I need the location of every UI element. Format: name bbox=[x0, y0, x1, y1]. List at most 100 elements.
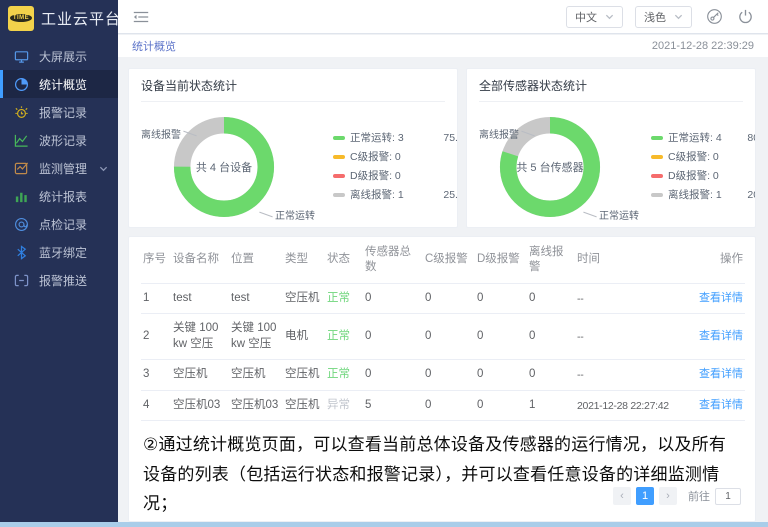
legend-item-normal[interactable]: 正常运转: 4 80.00% bbox=[651, 128, 756, 147]
col-c-alarm: C级报警 bbox=[423, 237, 475, 283]
sidebar-item-label: 大屏展示 bbox=[39, 48, 87, 65]
card-title: 全部传感器状态统计 bbox=[479, 77, 743, 102]
main-content: 设备当前状态统计 共 4 台设备 离线报警 正常运转 bbox=[118, 57, 768, 522]
cell-seq: 4 bbox=[141, 390, 171, 421]
view-detail-link[interactable]: 查看详情 bbox=[699, 399, 743, 411]
table-row: 2 关键 100 kw 空压 关键 100 kw 空压 电机 正常 0 0 0 … bbox=[141, 314, 745, 360]
callout-offline-label: 离线报警 bbox=[141, 126, 197, 141]
legend-marker bbox=[333, 174, 345, 178]
callout-line bbox=[259, 212, 272, 218]
legend-marker bbox=[651, 155, 663, 159]
status-badge: 正常 bbox=[327, 368, 350, 380]
col-status: 状态 bbox=[325, 237, 363, 283]
sidebar-item-stats-report[interactable]: 统计报表 bbox=[0, 182, 118, 210]
cell-time: 2021-12-28 22:27:42 bbox=[575, 390, 687, 421]
pagination-prev-button[interactable]: ‹ bbox=[613, 487, 631, 505]
legend-item-c-alarm[interactable]: C级报警: 0 0% bbox=[333, 147, 458, 166]
cell-sensor-count: 0 bbox=[363, 283, 423, 314]
chevron-down-icon bbox=[674, 12, 683, 21]
legend-item-offline[interactable]: 离线报警: 1 20.00% bbox=[651, 185, 756, 204]
view-detail-link[interactable]: 查看详情 bbox=[699, 368, 743, 380]
monitor-icon bbox=[13, 48, 29, 64]
at-icon bbox=[13, 216, 29, 232]
legend-item-normal[interactable]: 正常运转: 3 75.00% bbox=[333, 128, 458, 147]
waveform-icon bbox=[13, 132, 29, 148]
cell-time: -- bbox=[575, 283, 687, 314]
sidebar-item-waveform-records[interactable]: 波形记录 bbox=[0, 126, 118, 154]
legend-marker bbox=[651, 174, 663, 178]
chevron-down-icon bbox=[605, 12, 614, 21]
breadcrumb[interactable]: 统计概览 bbox=[132, 38, 176, 54]
theme-select-value: 浅色 bbox=[644, 9, 666, 25]
sidebar-item-label: 报警推送 bbox=[39, 272, 87, 289]
cell-c-alarm: 0 bbox=[423, 314, 475, 360]
cell-time: -- bbox=[575, 360, 687, 391]
chart-legend: 正常运转: 4 80.00% C级报警: 0 0% D级报警: 0 0% bbox=[651, 128, 756, 228]
sidebar: TIME 工业云平台 大屏展示 统计概览 报警记录 bbox=[0, 0, 118, 522]
monitoring-manage-icon bbox=[13, 160, 29, 176]
cell-d-alarm: 0 bbox=[475, 390, 527, 421]
sidebar-item-label: 报警记录 bbox=[39, 104, 87, 121]
cell-offline-alarm: 0 bbox=[527, 360, 575, 391]
cell-sensor-count: 0 bbox=[363, 360, 423, 391]
legend-marker bbox=[333, 193, 345, 197]
callout-offline-label: 离线报警 bbox=[479, 126, 535, 141]
callout-normal-label: 正常运转 bbox=[259, 207, 315, 222]
sidebar-item-screen-display[interactable]: 大屏展示 bbox=[0, 42, 118, 70]
cell-device-name: 空压机03 bbox=[171, 390, 229, 421]
password-key-button[interactable] bbox=[706, 8, 723, 25]
legend-item-d-alarm[interactable]: D级报警: 0 0% bbox=[333, 166, 458, 185]
sidebar-item-alarm-records[interactable]: 报警记录 bbox=[0, 98, 118, 126]
sidebar-item-label: 监测管理 bbox=[39, 160, 87, 177]
card-title: 设备当前状态统计 bbox=[141, 77, 445, 102]
chevron-down-icon bbox=[99, 164, 108, 173]
sidebar-collapse-button[interactable] bbox=[132, 9, 150, 25]
cell-d-alarm: 0 bbox=[475, 360, 527, 391]
breadcrumb-bar: 统计概览 2021-12-28 22:39:29 bbox=[118, 35, 768, 57]
sidebar-nav: 大屏展示 统计概览 报警记录 波形记录 bbox=[0, 42, 118, 294]
status-badge: 正常 bbox=[327, 292, 350, 304]
view-detail-link[interactable]: 查看详情 bbox=[699, 292, 743, 304]
sidebar-item-monitoring-manage[interactable]: 监测管理 bbox=[0, 154, 118, 182]
legend-item-d-alarm[interactable]: D级报警: 0 0% bbox=[651, 166, 756, 185]
cell-d-alarm: 0 bbox=[475, 314, 527, 360]
cell-type: 空压机 bbox=[283, 360, 325, 391]
cell-location: 空压机 bbox=[229, 360, 283, 391]
pagination-page-1[interactable]: 1 bbox=[636, 487, 654, 505]
cell-device-name: 空压机 bbox=[171, 360, 229, 391]
pagination-goto-input[interactable] bbox=[715, 488, 741, 505]
view-detail-link[interactable]: 查看详情 bbox=[699, 330, 743, 342]
cell-location: test bbox=[229, 283, 283, 314]
charts-row: 设备当前状态统计 共 4 台设备 离线报警 正常运转 bbox=[128, 68, 756, 228]
sidebar-item-alarm-push[interactable]: 报警推送 bbox=[0, 266, 118, 294]
status-badge: 异常 bbox=[327, 399, 350, 411]
power-logout-button[interactable] bbox=[737, 8, 754, 25]
device-list-card: 序号 设备名称 位置 类型 状态 传感器总数 C级报警 D级报警 离线报警 时间… bbox=[128, 236, 756, 522]
cell-device-name: test bbox=[171, 283, 229, 314]
callout-line bbox=[183, 131, 196, 137]
sensor-status-card: 全部传感器状态统计 共 5 台传感器 离线报警 正常运转 bbox=[466, 68, 756, 228]
cell-offline-alarm: 0 bbox=[527, 314, 575, 360]
sidebar-item-label: 蓝牙绑定 bbox=[39, 244, 87, 261]
cell-seq: 3 bbox=[141, 360, 171, 391]
table-header-row: 序号 设备名称 位置 类型 状态 传感器总数 C级报警 D级报警 离线报警 时间… bbox=[141, 237, 745, 283]
device-status-donut-chart: 共 4 台设备 离线报警 正常运转 bbox=[141, 102, 329, 228]
sidebar-item-stats-overview[interactable]: 统计概览 bbox=[0, 70, 118, 98]
sidebar-item-bluetooth-binding[interactable]: 蓝牙绑定 bbox=[0, 238, 118, 266]
status-badge: 正常 bbox=[327, 330, 350, 342]
cell-c-alarm: 0 bbox=[423, 283, 475, 314]
col-d-alarm: D级报警 bbox=[475, 237, 527, 283]
legend-item-c-alarm[interactable]: C级报警: 0 0% bbox=[651, 147, 756, 166]
pagination: ‹ 1 › 前往 bbox=[613, 487, 741, 505]
pagination-next-button[interactable]: › bbox=[659, 487, 677, 505]
bottom-edge-strip bbox=[0, 522, 768, 527]
language-select[interactable]: 中文 bbox=[566, 6, 623, 28]
alarm-icon bbox=[13, 104, 29, 120]
sidebar-item-inspection-records[interactable]: 点检记录 bbox=[0, 210, 118, 238]
callout-normal-label: 正常运转 bbox=[583, 207, 639, 222]
pie-chart-icon bbox=[13, 76, 29, 92]
legend-marker bbox=[333, 136, 345, 140]
cell-time: -- bbox=[575, 314, 687, 360]
legend-item-offline[interactable]: 离线报警: 1 25.00% bbox=[333, 185, 458, 204]
theme-select[interactable]: 浅色 bbox=[635, 6, 692, 28]
